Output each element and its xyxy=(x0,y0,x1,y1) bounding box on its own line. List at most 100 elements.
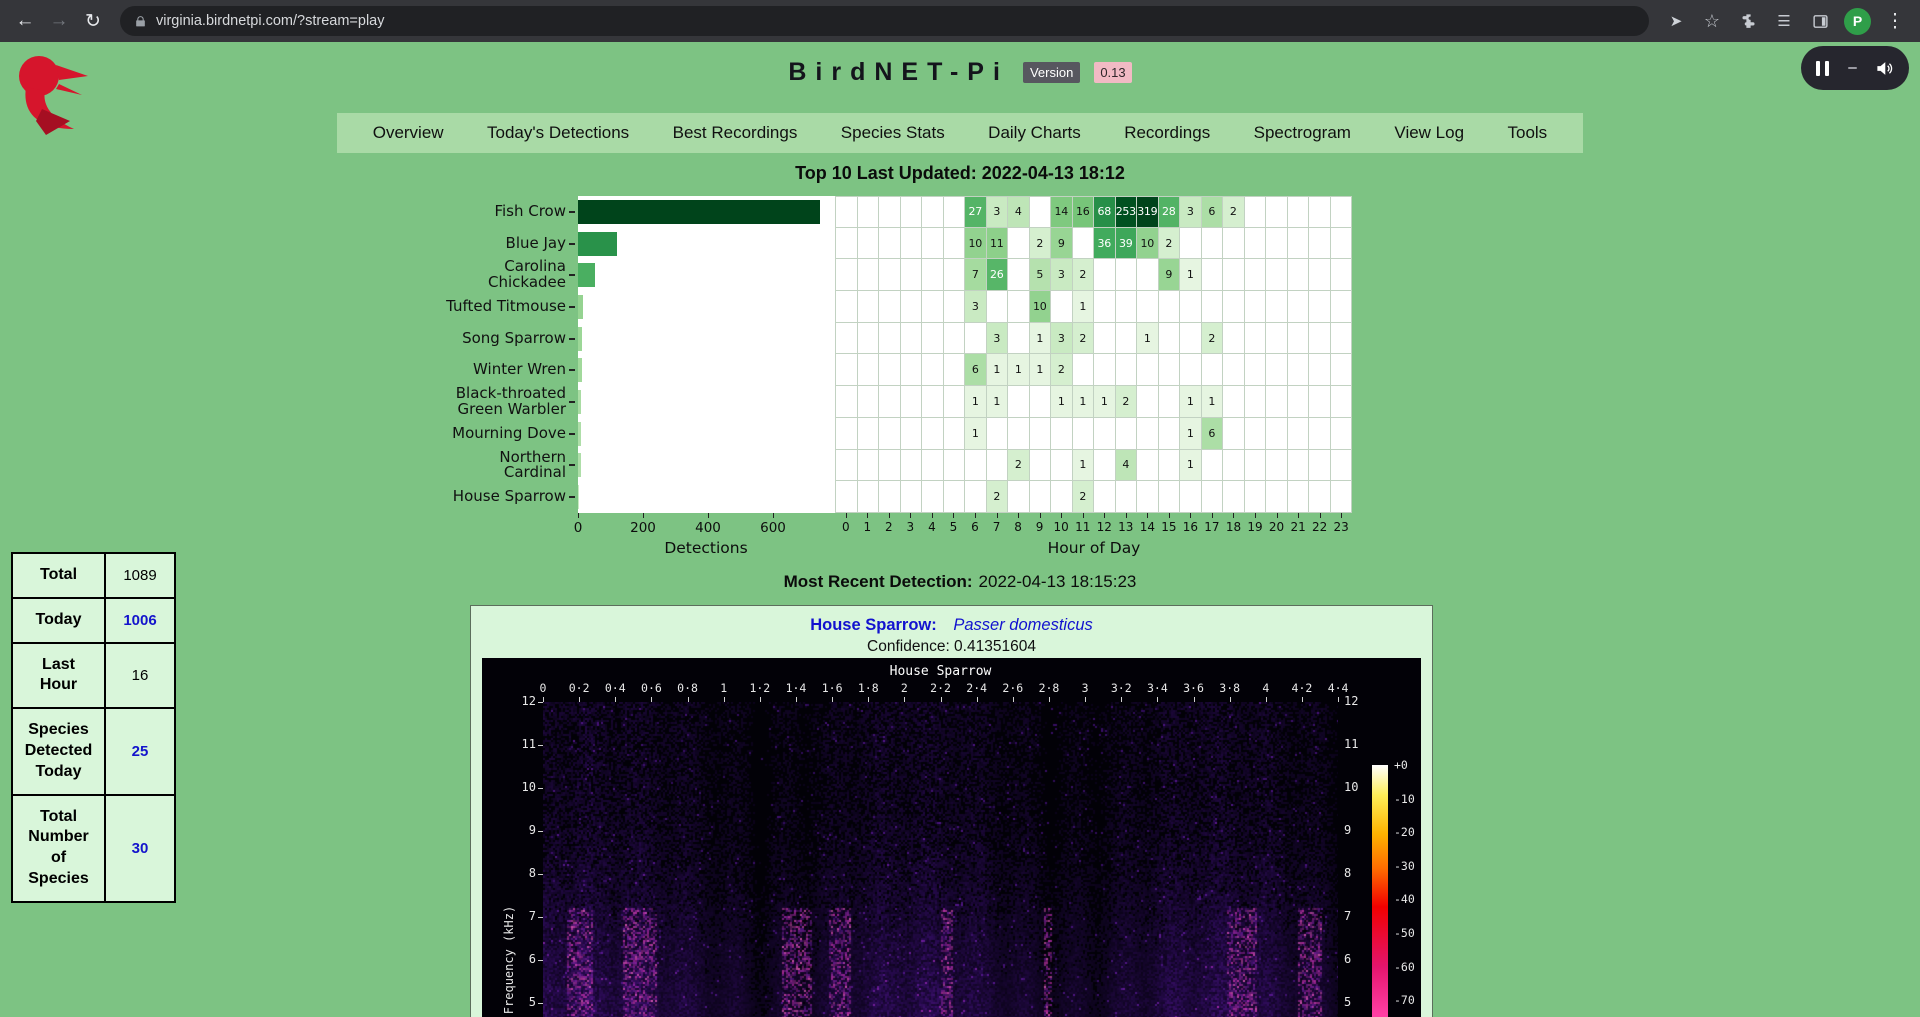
share-icon[interactable]: ➤ xyxy=(1659,4,1693,38)
heatmap-cell xyxy=(922,450,944,482)
heatmap-cell xyxy=(1137,386,1159,418)
heatmap-cell xyxy=(1180,323,1202,355)
axis-tick-label: 5 xyxy=(943,520,963,534)
nav-item-tools[interactable]: Tools xyxy=(1501,123,1553,143)
heatmap-cell: 6 xyxy=(965,354,987,386)
heatmap-cell xyxy=(1245,323,1267,355)
axis-tick-label: 3 xyxy=(900,520,920,534)
menu-kebab-icon[interactable]: ⋮ xyxy=(1878,4,1912,38)
axis-tick xyxy=(1230,697,1231,702)
heatmap-cell: 319 xyxy=(1137,196,1159,228)
audio-player[interactable] xyxy=(1801,46,1909,90)
spec-time-tick: 1·6 xyxy=(813,681,851,695)
chart-row: Mourning Dove116 xyxy=(376,418,1352,450)
stat-value[interactable]: 1006 xyxy=(105,598,175,643)
nav-item-view-log[interactable]: View Log xyxy=(1388,123,1470,143)
heatmap-cell xyxy=(1266,259,1288,291)
chart-row: Song Sparrow313212 xyxy=(376,323,1352,355)
speaker-icon[interactable] xyxy=(1875,59,1894,78)
pause-icon[interactable] xyxy=(1816,61,1829,76)
heatmap-cell: 14 xyxy=(1051,196,1073,228)
player-overflow-icon[interactable] xyxy=(1848,67,1857,69)
species-label: Song Sparrow xyxy=(376,323,566,355)
axis-tick xyxy=(953,513,954,518)
heatmap-cell xyxy=(901,354,923,386)
heatmap-cell xyxy=(858,291,880,323)
heatmap-cell: 2 xyxy=(1051,354,1073,386)
back-button[interactable]: ← xyxy=(8,4,42,38)
nav-item-today-s-detections[interactable]: Today's Detections xyxy=(481,123,635,143)
reload-button[interactable]: ↻ xyxy=(76,4,110,38)
axis-tick-label: 9 xyxy=(1030,520,1050,534)
heatmap-cell: 3 xyxy=(1180,196,1202,228)
axis-tick xyxy=(1018,513,1019,518)
stat-value[interactable]: 30 xyxy=(105,795,175,902)
heatmap-cell: 1 xyxy=(1073,291,1095,323)
axis-tick xyxy=(1190,513,1191,518)
nav-item-best-recordings[interactable]: Best Recordings xyxy=(667,123,804,143)
heatmap-cell xyxy=(858,354,880,386)
heatmap-cell: 1 xyxy=(1094,386,1116,418)
heatmap-cell xyxy=(1116,418,1138,450)
reading-list-icon[interactable]: ☰ xyxy=(1767,4,1801,38)
heatmap-cell xyxy=(922,196,944,228)
forward-button[interactable]: → xyxy=(42,4,76,38)
heatmap-cell xyxy=(836,228,858,260)
url-bar[interactable]: virginia.birdnetpi.com/?stream=play xyxy=(120,6,1649,36)
profile-avatar[interactable]: P xyxy=(1844,8,1871,35)
species-label: House Sparrow xyxy=(376,481,566,513)
chart-row: Tufted Titmouse3101 xyxy=(376,291,1352,323)
heatmap-cell xyxy=(1288,323,1310,355)
side-panel-icon[interactable] xyxy=(1803,4,1837,38)
heatmap-cell xyxy=(1008,386,1030,418)
heatmap-cell xyxy=(879,386,901,418)
spec-freq-tick: 12 xyxy=(496,694,536,708)
species-latin-link[interactable]: Passer domesticus xyxy=(953,616,1092,634)
spec-time-tick: 3·2 xyxy=(1102,681,1140,695)
heatmap-cell: 6 xyxy=(1202,196,1224,228)
heatmap-cell xyxy=(1159,323,1181,355)
stat-value[interactable]: 25 xyxy=(105,708,175,794)
detections-bar xyxy=(578,485,579,509)
heatmap-cell xyxy=(922,481,944,513)
heatmap-cell xyxy=(836,354,858,386)
nav-item-spectrogram[interactable]: Spectrogram xyxy=(1248,123,1357,143)
heatmap-cell: 2 xyxy=(1073,481,1095,513)
heatmap-cell xyxy=(1116,354,1138,386)
axis-tick-label: 1 xyxy=(857,520,877,534)
heatmap-cell xyxy=(1331,354,1353,386)
spec-freq-tick: 5 xyxy=(1344,995,1384,1009)
axis-tick xyxy=(1061,513,1062,518)
heatmap-cell xyxy=(1245,418,1267,450)
species-common-link[interactable]: House Sparrow: xyxy=(810,616,937,634)
heatmap-cell xyxy=(858,481,880,513)
heatmap-cell xyxy=(1223,228,1245,260)
heatmap-cell xyxy=(1137,418,1159,450)
axis-tick xyxy=(569,338,575,340)
heatmap-cell xyxy=(858,323,880,355)
heatmap-cell xyxy=(1245,196,1267,228)
heatmap-cell xyxy=(1051,450,1073,482)
extensions-icon[interactable] xyxy=(1731,4,1765,38)
heatmap-cell xyxy=(879,259,901,291)
detections-bar xyxy=(578,200,820,224)
heatmap-cell xyxy=(1288,450,1310,482)
nav-item-species-stats[interactable]: Species Stats xyxy=(835,123,951,143)
toolbar-actions: ➤ ☆ ☰ P ⋮ xyxy=(1659,4,1912,38)
heatmap-cell: 9 xyxy=(1159,259,1181,291)
nav-item-overview[interactable]: Overview xyxy=(367,123,450,143)
spec-time-tick: 2·8 xyxy=(1030,681,1068,695)
axis-tick xyxy=(1126,513,1127,518)
heatmap-cell xyxy=(1331,386,1353,418)
bookmark-star-icon[interactable]: ☆ xyxy=(1695,4,1729,38)
spec-time-tick: 0·2 xyxy=(560,681,598,695)
stat-label: Today xyxy=(12,598,105,643)
heatmap-cell xyxy=(965,323,987,355)
heatmap-cell xyxy=(858,386,880,418)
nav-item-recordings[interactable]: Recordings xyxy=(1118,123,1216,143)
colorbar-tick: +0 xyxy=(1394,758,1428,772)
nav-item-daily-charts[interactable]: Daily Charts xyxy=(982,123,1087,143)
spec-time-tick: 1 xyxy=(705,681,743,695)
heatmap-cell xyxy=(987,418,1009,450)
heatmap-cell xyxy=(944,291,966,323)
